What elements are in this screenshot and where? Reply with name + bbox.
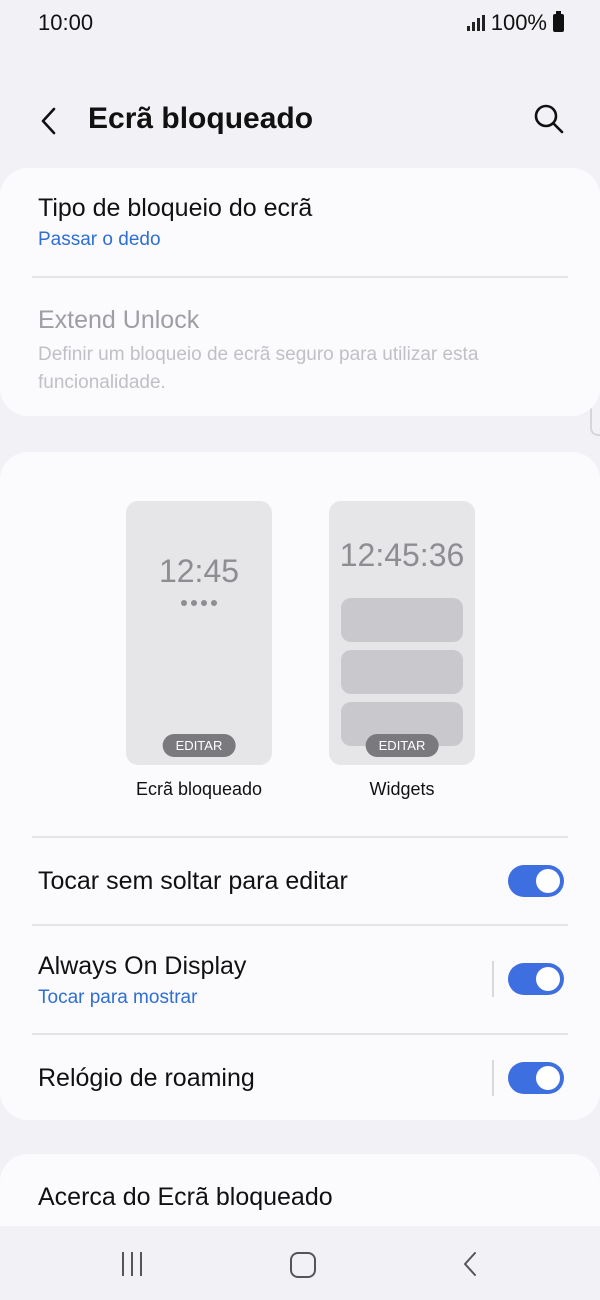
widgets-preview-label: Widgets — [369, 779, 435, 799]
chevron-left-icon[interactable] — [36, 104, 64, 138]
about-card: Acerca do Ecrã bloqueado — [0, 1154, 600, 1226]
roaming-clock-toggle[interactable] — [508, 1062, 564, 1094]
aod-subtitle: Tocar para mostrar — [38, 987, 198, 1008]
extend-unlock-description: Definir um bloqueio de ecrã seguro para … — [38, 344, 479, 393]
always-on-display-item[interactable]: Always On Display Tocar para mostrar — [38, 952, 562, 1009]
pin-dots — [126, 593, 272, 611]
vertical-divider — [492, 961, 494, 997]
lock-type-value: Passar o dedo — [38, 229, 161, 250]
touch-hold-item[interactable]: Tocar sem soltar para editar — [38, 867, 562, 896]
customization-card: 12:45 EDITAR Ecrã bloqueado 12:45:36 EDI… — [0, 452, 600, 1120]
app-bar: Ecrã bloqueado — [0, 80, 600, 160]
extend-unlock-item: Extend Unlock Definir um bloqueio de ecr… — [38, 306, 562, 397]
divider — [32, 1033, 568, 1035]
recents-icon[interactable] — [122, 1252, 142, 1276]
widget-placeholder — [341, 598, 463, 642]
lock-type-title: Tipo de bloqueio do ecrã — [38, 194, 313, 222]
about-lockscreen-item[interactable]: Acerca do Ecrã bloqueado — [38, 1183, 562, 1212]
preview-clock-seconds: 12:45:36 — [339, 537, 465, 573]
about-title: Acerca do Ecrã bloqueado — [38, 1183, 333, 1211]
search-icon[interactable] — [532, 102, 566, 136]
lock-settings-card: Tipo de bloqueio do ecrã Passar o dedo E… — [0, 168, 600, 416]
page-title: Ecrã bloqueado — [88, 102, 314, 135]
home-icon[interactable] — [290, 1252, 316, 1278]
navigation-bar — [0, 1226, 600, 1300]
preview-clock: 12:45 — [158, 553, 240, 589]
extend-unlock-title: Extend Unlock — [38, 306, 200, 334]
status-time: 10:00 — [38, 10, 94, 35]
aod-toggle[interactable] — [508, 963, 564, 995]
touch-hold-toggle[interactable] — [508, 865, 564, 897]
signal-icon — [466, 15, 485, 31]
lock-type-item[interactable]: Tipo de bloqueio do ecrã Passar o dedo — [38, 194, 562, 251]
battery-percent: 100% — [490, 10, 547, 35]
battery-icon — [553, 11, 564, 32]
widget-placeholder — [341, 650, 463, 694]
touch-hold-title: Tocar sem soltar para editar — [38, 867, 348, 895]
lockscreen-preview-label: Ecrã bloqueado — [135, 779, 263, 799]
edit-lockscreen-button[interactable]: EDITAR — [162, 734, 236, 757]
status-indicators: 100% — [466, 10, 564, 36]
divider — [32, 836, 568, 838]
widgets-preview[interactable]: 12:45:36 EDITAR — [329, 501, 475, 765]
divider — [32, 276, 568, 278]
edit-widgets-button[interactable]: EDITAR — [365, 734, 439, 757]
back-icon[interactable] — [462, 1250, 478, 1278]
status-bar: 10:00 100% — [0, 0, 600, 50]
aod-title: Always On Display — [38, 952, 247, 980]
lockscreen-preview[interactable]: 12:45 EDITAR — [126, 501, 272, 765]
roaming-clock-title: Relógio de roaming — [38, 1064, 255, 1092]
roaming-clock-item[interactable]: Relógio de roaming — [38, 1064, 562, 1093]
camera-notch — [262, 0, 338, 44]
vertical-divider — [492, 1060, 494, 1096]
divider — [32, 924, 568, 926]
